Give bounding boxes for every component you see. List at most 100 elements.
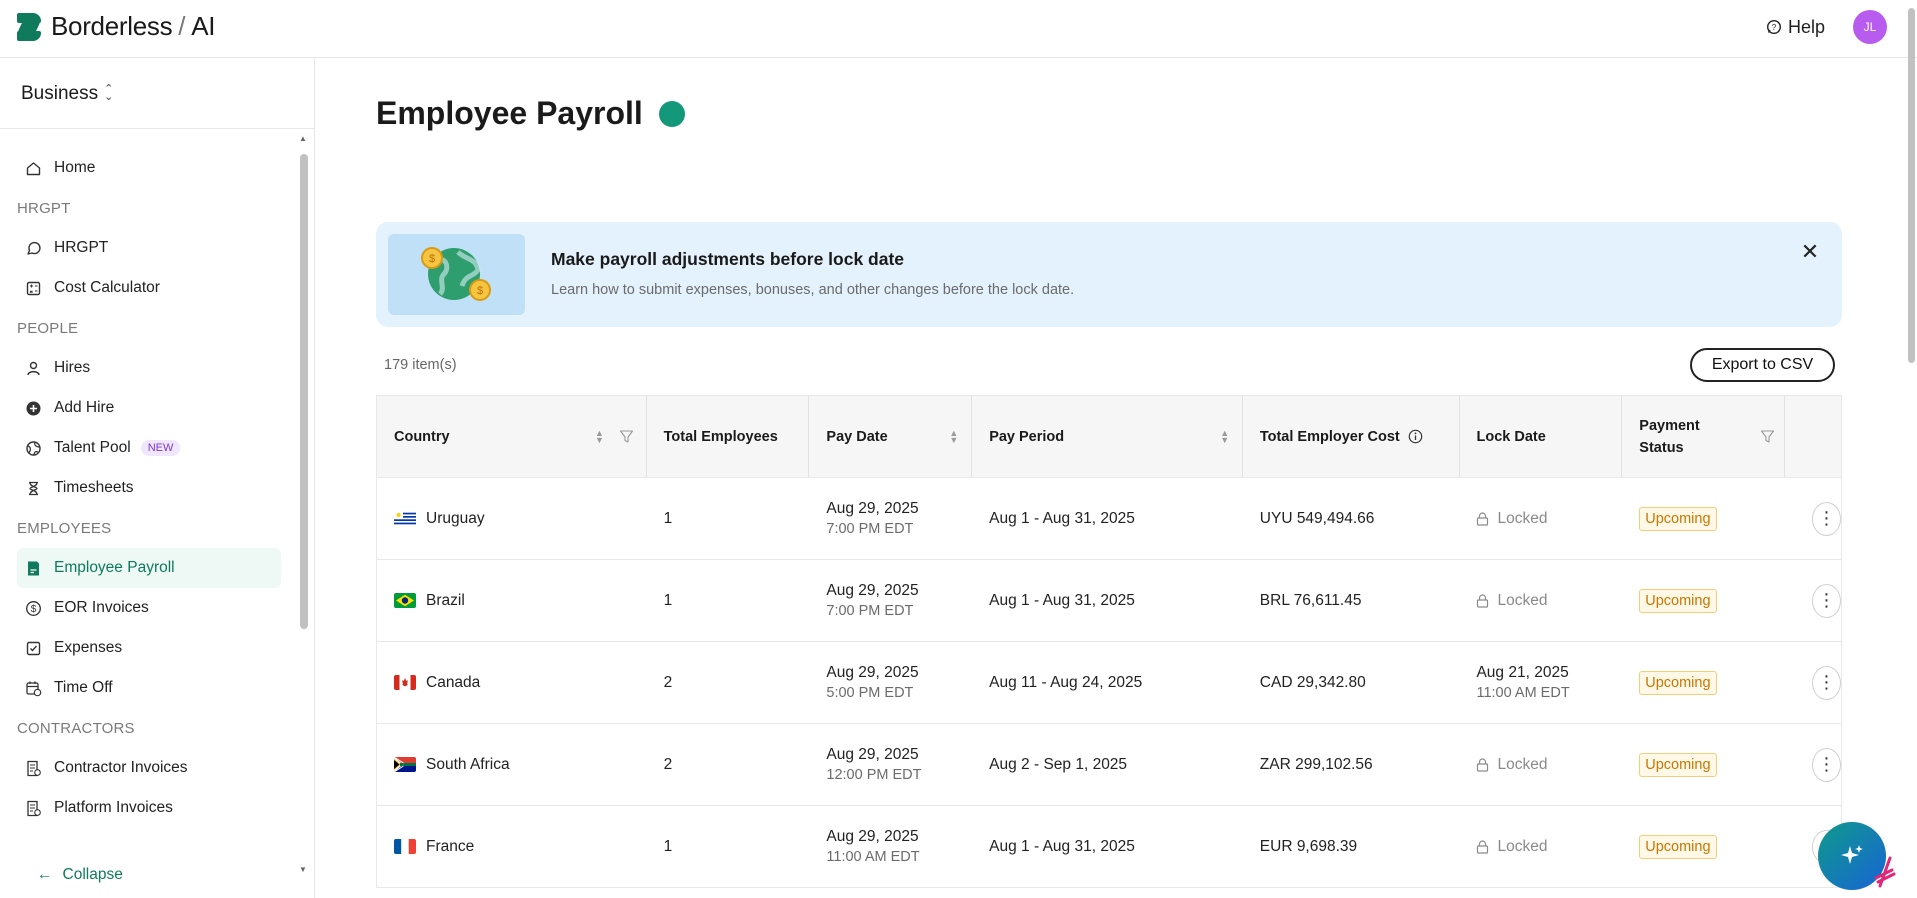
cell-actions: ⋮ — [1785, 642, 1842, 723]
pay-time: 7:00 PM EDT — [826, 603, 914, 619]
cell-country: Canada — [377, 642, 647, 723]
payroll-table: Country ▲ ▼ Total Employees Pay Date ▲ ▼ P… — [376, 395, 1842, 888]
cell-employer-cost: ZAR 299,102.56 — [1259, 755, 1373, 773]
plus-circle-icon — [26, 401, 41, 415]
sidebar-item-time-off[interactable]: Time Off — [17, 668, 281, 708]
lock-icon — [1477, 757, 1489, 772]
header-pay-date[interactable]: Pay Date ▲ ▼ — [809, 396, 973, 477]
cell-lock-date: Locked — [1459, 560, 1622, 641]
status-dot — [658, 100, 685, 127]
help-button[interactable]: ? Help — [1766, 17, 1825, 38]
header-total-employer-cost[interactable]: Total Employer Cost — [1243, 396, 1460, 477]
table-row[interactable]: Canada 2 Aug 29, 2025 5:00 PM EDT Aug 11 … — [377, 642, 1842, 724]
sparkle-icon — [1841, 845, 1863, 864]
cell-lock-date: Locked — [1459, 478, 1622, 559]
more-options-icon[interactable]: ⋮ — [1812, 583, 1842, 618]
workspace-switcher[interactable]: Business ⌃ ⌄ — [21, 83, 113, 105]
svg-text:?: ? — [1772, 23, 1777, 32]
filter-icon[interactable] — [1760, 429, 1775, 444]
more-options-icon[interactable]: ⋮ — [1812, 501, 1842, 536]
header-label: Payment Status — [1639, 418, 1699, 456]
header-lock-date[interactable]: Lock Date — [1460, 396, 1623, 477]
pay-time: 7:00 PM EDT — [826, 521, 914, 537]
sidebar-item-label: Talent Pool — [54, 439, 131, 456]
check-square-icon — [26, 641, 41, 655]
collapse-button[interactable]: ← Collapse — [37, 866, 123, 884]
table-row[interactable]: Uruguay 1 Aug 29, 2025 7:00 PM EDT Aug 1 … — [377, 478, 1842, 560]
workspace-name: Business — [21, 83, 99, 104]
cell-pay-period: Aug 11 - Aug 24, 2025 — [989, 673, 1143, 691]
pay-date: Aug 29, 2025 — [826, 582, 919, 599]
sidebar-item-employee-payroll[interactable]: Employee Payroll — [17, 548, 281, 588]
france-flag-icon — [394, 839, 416, 854]
sidebar-nav: Home HRGPT HRGPT Cost Calculator PEOPLE … — [17, 148, 281, 828]
cell-employer-cost: CAD 29,342.80 — [1259, 673, 1366, 691]
sidebar-item-platform-invoices[interactable]: Platform Invoices — [17, 788, 281, 828]
header-actions — [1785, 396, 1841, 477]
sidebar-item-eor-invoices[interactable]: $ EOR Invoices — [17, 588, 281, 628]
sidebar-item-hrgpt[interactable]: HRGPT — [17, 228, 281, 268]
sidebar-item-label: Home — [54, 159, 96, 176]
brand-logo[interactable]: Borderless / AI — [17, 11, 215, 42]
sidebar-item-contractor-invoices[interactable]: Contractor Invoices — [17, 748, 281, 788]
banner-subtitle[interactable]: Learn how to submit expenses, bonuses, a… — [551, 282, 1074, 298]
info-icon[interactable] — [1408, 429, 1423, 444]
sidebar-item-timesheets[interactable]: Timesheets — [17, 468, 281, 508]
header-country[interactable]: Country ▲ ▼ — [377, 396, 647, 477]
scroll-down-icon[interactable]: ▼ — [299, 865, 307, 874]
sidebar-item-home[interactable]: Home — [17, 148, 281, 188]
sidebar-item-cost-calculator[interactable]: Cost Calculator — [17, 268, 281, 308]
header-label-line2: Status — [1639, 439, 1684, 456]
support-widget-logo-icon[interactable] — [1872, 852, 1898, 892]
sidebar-item-label: Timesheets — [54, 479, 134, 496]
sidebar-item-label: Hires — [54, 359, 91, 376]
scrollbar-thumb[interactable] — [300, 154, 308, 629]
table-row[interactable]: Brazil 1 Aug 29, 2025 7:00 PM EDT Aug 1 -… — [377, 560, 1842, 642]
country-name: Brazil — [426, 591, 465, 609]
cell-pay-date: Aug 29, 2025 5:00 PM EDT — [809, 642, 972, 723]
sidebar-item-hires[interactable]: Hires — [17, 348, 281, 388]
table-header: Country ▲ ▼ Total Employees Pay Date ▲ ▼ P… — [377, 396, 1841, 478]
sidebar-item-label: Employee Payroll — [54, 559, 175, 576]
scrollbar-thumb[interactable] — [1908, 8, 1915, 363]
sort-icon[interactable]: ▲ ▼ — [949, 428, 958, 443]
top-bar: Borderless / AI ? Help JL — [0, 0, 1917, 58]
svg-text:$: $ — [31, 604, 37, 615]
filter-icon[interactable] — [619, 429, 634, 444]
status-badge: Upcoming — [1639, 834, 1717, 859]
scroll-up-icon[interactable]: ▲ — [299, 134, 307, 143]
header-payment-status[interactable]: Payment Status — [1622, 396, 1786, 477]
sidebar-item-label: HRGPT — [54, 239, 109, 256]
brazil-flag-icon — [394, 593, 416, 608]
sort-icon[interactable]: ▲ ▼ — [1220, 428, 1229, 443]
table-row[interactable]: South Africa 2 Aug 29, 2025 12:00 PM EDT … — [377, 724, 1842, 806]
cell-payment-status: Upcoming — [1622, 724, 1785, 805]
export-csv-button[interactable]: Export to CSV — [1690, 348, 1835, 382]
pay-time: 5:00 PM EDT — [826, 685, 914, 701]
page-scrollbar[interactable] — [1905, 0, 1917, 898]
cell-employer-cost: UYU 549,494.66 — [1259, 509, 1375, 527]
user-icon — [27, 361, 40, 375]
sidebar-scrollbar[interactable]: ▲ ▼ — [299, 134, 309, 874]
close-icon[interactable]: ✕ — [1798, 239, 1822, 264]
cell-employer-cost: BRL 76,611.45 — [1259, 591, 1362, 609]
sidebar-item-expenses[interactable]: Expenses — [17, 628, 281, 668]
more-options-icon[interactable]: ⋮ — [1812, 665, 1842, 700]
pay-time: 12:00 PM EDT — [826, 767, 922, 783]
sidebar-item-add-hire[interactable]: Add Hire — [17, 388, 281, 428]
sidebar-item-talent-pool[interactable]: Talent Pool NEW — [17, 428, 281, 468]
cell-payment-status: Upcoming — [1622, 806, 1785, 887]
lock-status: Locked — [1497, 509, 1548, 527]
header-pay-period[interactable]: Pay Period ▲ ▼ — [972, 396, 1243, 477]
country-name: Uruguay — [426, 509, 485, 527]
lock-date: Aug 21, 2025 — [1476, 664, 1569, 681]
section-employees: EMPLOYEES — [17, 519, 112, 537]
sort-icon[interactable]: ▲ ▼ — [595, 428, 604, 443]
avatar[interactable]: JL — [1853, 10, 1887, 44]
header-total-employees[interactable]: Total Employees — [647, 396, 810, 477]
table-row[interactable]: France 1 Aug 29, 2025 11:00 AM EDT Aug 1 … — [377, 806, 1842, 888]
status-badge: Upcoming — [1639, 752, 1717, 777]
more-options-icon[interactable]: ⋮ — [1812, 747, 1842, 782]
brand-separator: / — [178, 11, 186, 41]
header-label: Total Employees — [663, 428, 778, 445]
